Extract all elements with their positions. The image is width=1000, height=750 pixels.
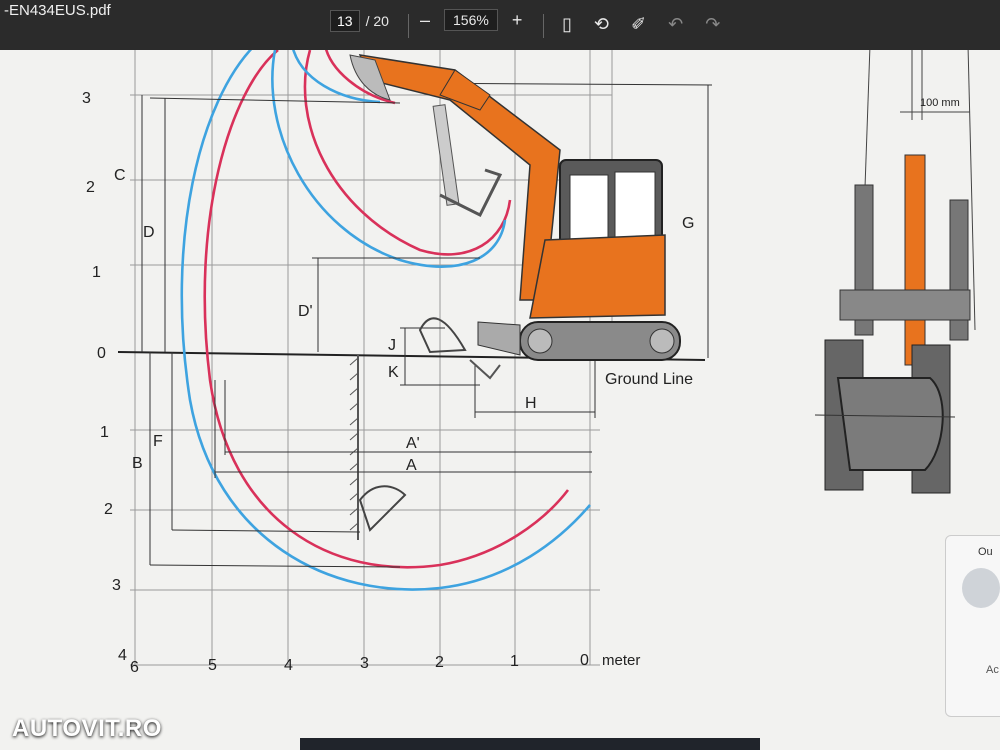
- toolbar-divider: [408, 14, 409, 38]
- x-tick-2: 2: [435, 654, 444, 671]
- y-tick-3-bottom: 3: [112, 577, 121, 594]
- panel-text: Ou: [978, 546, 993, 558]
- y-tick-2-top: 2: [86, 179, 95, 196]
- zoom-controls: – 156% +: [420, 9, 522, 31]
- x-tick-1: 1: [510, 653, 519, 670]
- dim-b: B: [132, 455, 143, 472]
- watermark-logo: AUTOVIT.RO: [12, 715, 162, 742]
- zoom-out-button[interactable]: –: [420, 10, 430, 30]
- panel-text-secondary: Ac: [986, 664, 999, 676]
- file-name: -EN434EUS.pdf: [4, 2, 111, 19]
- dim-d-prime: D': [298, 303, 313, 320]
- dim-f: F: [153, 433, 163, 450]
- dim-d: D: [143, 224, 155, 241]
- x-tick-0: 0: [580, 652, 589, 669]
- dim-a: A: [406, 457, 417, 474]
- ground-line-label: Ground Line: [605, 371, 693, 388]
- avatar: [962, 568, 1000, 608]
- zoom-level[interactable]: 156%: [444, 9, 498, 31]
- pdf-toolbar: -EN434EUS.pdf 13 / 20 – 156% + ▯ ⟲ ✐ ↶ ↷: [0, 0, 1000, 50]
- y-tick-2-bottom: 2: [104, 501, 113, 518]
- y-tick-3-top: 3: [82, 90, 91, 107]
- unit-label: meter: [602, 652, 640, 669]
- y-tick-0: 0: [97, 345, 106, 362]
- blade-width-label: 100 mm: [920, 97, 960, 109]
- y-tick-4: 4: [118, 647, 127, 664]
- rotate-icon[interactable]: ⟲: [594, 14, 609, 34]
- zoom-in-button[interactable]: +: [512, 10, 523, 30]
- page-total: / 20: [365, 13, 389, 29]
- dim-k: K: [388, 364, 399, 381]
- x-tick-6: 6: [130, 659, 139, 676]
- fit-page-icon[interactable]: ▯: [562, 14, 572, 34]
- x-tick-4: 4: [284, 657, 293, 674]
- dim-j: J: [388, 337, 396, 354]
- page-number-input[interactable]: 13: [330, 10, 360, 32]
- taskbar: [300, 738, 760, 750]
- page-navigator: 13 / 20: [330, 10, 389, 32]
- pdf-page: 3 2 1 0 1 2 3 4 6 5 4 3 2 1 0 meter C D …: [0, 30, 1000, 750]
- toolbar-divider: [543, 14, 544, 38]
- working-range-diagram: 3 2 1 0 1 2 3 4 6 5 4 3 2 1 0 meter C D …: [0, 30, 1000, 750]
- redo-icon[interactable]: ↷: [705, 14, 720, 34]
- x-tick-3: 3: [360, 655, 369, 672]
- dim-g: G: [682, 215, 694, 232]
- dim-a-prime: A': [406, 435, 420, 452]
- dim-h: H: [525, 395, 537, 412]
- x-tick-5: 5: [208, 657, 217, 674]
- dim-c: C: [114, 167, 126, 184]
- toolbar-actions: ▯ ⟲ ✐ ↶ ↷: [562, 14, 720, 34]
- draw-icon[interactable]: ✐: [631, 14, 646, 34]
- y-tick-1-bottom: 1: [100, 424, 109, 441]
- notification-panel[interactable]: Ou Ac: [945, 535, 1000, 717]
- undo-icon[interactable]: ↶: [668, 14, 683, 34]
- y-tick-1-top: 1: [92, 264, 101, 281]
